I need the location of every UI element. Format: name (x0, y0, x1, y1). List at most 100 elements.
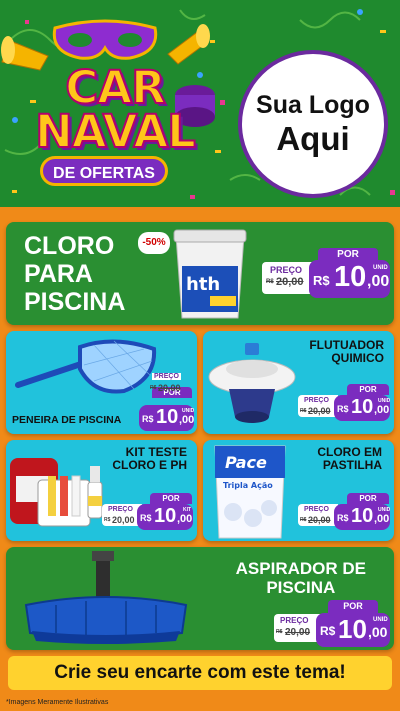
new-price-box: R$ 10 ,00 UNID (309, 260, 390, 298)
unit-label: KIT (183, 507, 192, 513)
logo-line2: Aqui (276, 119, 350, 157)
price-dec: ,00 (374, 513, 390, 525)
bag-brand: Pace (225, 453, 267, 472)
carnaval-title-line2: NAVAL (34, 105, 197, 158)
old-price-box: PREÇO R$ 20,00 (102, 504, 142, 526)
currency: R$ (337, 404, 349, 414)
chlorine-tablet-bag-image: Pace Tripla Ação (214, 445, 286, 539)
pool-skimmer-image (15, 339, 157, 394)
pool-vacuum-image (24, 551, 188, 644)
test-kit-image (10, 458, 103, 527)
old-price-box: PREÇO R$ 20,00 (298, 395, 338, 417)
old-price-prefix: R$ (104, 517, 111, 523)
product-card-peneira[interactable]: PENEIRA DE PISCINA POR PREÇO R$ 20,00 R$… (6, 331, 197, 434)
preco-label: PREÇO (304, 397, 329, 404)
unit-label: UNID (373, 617, 388, 623)
old-price-prefix: R$ (300, 408, 307, 414)
old-price: 20,00 (276, 276, 304, 288)
currency: R$ (142, 414, 154, 424)
unit-label: UNID (378, 507, 391, 513)
old-price-box: PREÇO R$ 20,00 (274, 614, 322, 642)
product-title-line1: CLORO (24, 232, 115, 260)
old-price-box: PREÇO R$ 20,00 (298, 504, 338, 526)
price-dec: ,00 (368, 624, 388, 640)
new-price-box: R$ 10 ,00 UNID (334, 395, 390, 421)
orange-band (0, 207, 400, 221)
product-title: PENEIRA DE PISCINA (12, 414, 122, 426)
price-dec: ,00 (367, 273, 390, 290)
price-dec: ,00 (177, 513, 193, 525)
flyer-page: CAR NAVAL DE OFERTAS Sua Logo Aqui CLORO… (0, 0, 400, 711)
logo-placeholder[interactable]: Sua Logo Aqui (238, 50, 388, 198)
chemical-floater-image (208, 343, 296, 423)
por-label: POR (150, 493, 192, 504)
product-title: FLUTUADOR QUIMICO (309, 338, 384, 366)
bag-subtitle: Tripla Ação (223, 481, 273, 490)
product-card-pastilha[interactable]: Pace Tripla Ação CLORO EM PASTILHA POR P… (203, 440, 394, 541)
new-price-box: R$ 10 ,00 UNID (334, 504, 390, 530)
old-price-prefix: R$ (266, 279, 274, 285)
product-card-kit[interactable]: KIT TESTE CLORO E PH POR PREÇO R$ 20,00 … (6, 440, 197, 541)
preco-label: PREÇO (280, 616, 309, 625)
product-title-line1: CLORO EM (317, 445, 382, 459)
product-title-line2: CLORO E PH (112, 458, 187, 473)
new-price-box: R$ 10 ,00 UNID (316, 613, 390, 647)
disclaimer: *Imagens Meramente Ilustrativas (6, 699, 109, 706)
currency: R$ (337, 513, 349, 523)
preco-label: PREÇO (270, 265, 303, 275)
currency: R$ (313, 273, 330, 288)
old-price: 20,00 (285, 627, 311, 638)
price-int: 10 (351, 396, 374, 418)
price-int: 10 (154, 505, 177, 527)
unit-label: UNID (182, 408, 195, 414)
product-title: CLORO PARA PISCINA (24, 232, 125, 316)
product-title-line1: FLUTUADOR (309, 338, 384, 352)
product-title: KIT TESTE CLORO E PH (112, 445, 187, 473)
old-price-box: PREÇO R$ 20,00 (148, 373, 188, 396)
product-title-line2: PASTILHA (322, 458, 382, 473)
preco-label: PREÇO (304, 506, 329, 513)
new-price-box: R$ 10 ,00 KIT (137, 504, 193, 530)
logo-line1: Sua Logo (256, 90, 370, 119)
price-int: 10 (334, 261, 367, 293)
price-int: 10 (338, 614, 367, 644)
old-price: 20,00 (308, 515, 331, 525)
preco-label: PREÇO (108, 506, 133, 513)
old-price: 20,00 (112, 515, 135, 525)
cta-banner[interactable]: Crie seu encarte com este tema! (8, 656, 392, 690)
new-price-box: R$ 10 ,00 UNID (139, 405, 194, 431)
de-ofertas-badge: DE OFERTAS (40, 156, 168, 186)
bucket-brand: hth (186, 274, 220, 295)
old-price-prefix: R$ (300, 517, 307, 523)
old-price: 20,00 (158, 383, 181, 393)
product-title: CLORO EM PASTILHA (317, 445, 382, 473)
product-title-line1: ASPIRADOR DE (235, 559, 366, 578)
product-title-line3: PISCINA (24, 288, 126, 316)
price-dec: ,00 (374, 404, 390, 416)
unit-label: UNID (373, 265, 388, 271)
por-label: POR (347, 493, 389, 504)
product-title-line2: PISCINA (266, 578, 336, 598)
por-label: POR (328, 600, 378, 613)
product-title-line2: QUIMICO (331, 351, 384, 366)
price-dec: ,00 (179, 414, 195, 426)
price-int: 10 (156, 406, 179, 428)
product-card-aspirador[interactable]: ASPIRADOR DE PISCINA POR PREÇO R$ 20,00 … (6, 547, 394, 650)
old-price-prefix: R$ (150, 385, 157, 391)
price-int: 10 (351, 505, 374, 527)
por-label: POR (347, 384, 389, 395)
preco-label: PREÇO (152, 373, 181, 380)
unit-label: UNID (378, 398, 391, 404)
product-card-flutuador[interactable]: FLUTUADOR QUIMICO POR PREÇO R$ 20,00 R$ … (203, 331, 394, 434)
old-price-prefix: R$ (276, 629, 283, 635)
carnival-mask-icon (52, 19, 158, 60)
product-title-line1: KIT TESTE (125, 445, 187, 459)
old-price: 20,00 (308, 406, 331, 416)
currency: R$ (140, 513, 152, 523)
product-title: ASPIRADOR DE PISCINA (236, 559, 366, 597)
product-title-line2: PARA (24, 260, 93, 288)
discount-badge: -50% (138, 232, 170, 254)
carnaval-title-line1: CAR (64, 61, 167, 114)
product-card-cloro[interactable]: CLORO PARA PISCINA -50% hth POR PREÇO R$… (6, 222, 394, 325)
carnival-header: CAR NAVAL DE OFERTAS Sua Logo Aqui (0, 0, 400, 207)
